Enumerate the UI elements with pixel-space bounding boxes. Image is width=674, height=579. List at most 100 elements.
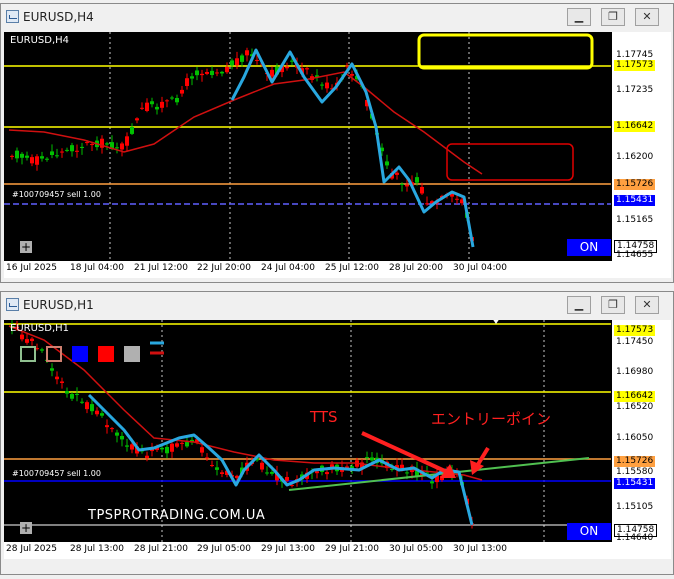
- candle-body: [170, 97, 174, 99]
- bottom-window-title: EURUSD,H1: [23, 298, 94, 312]
- bottom-time-axis: 28 Jul 2025 28 Jul 13:00 28 Jul 21:00 29…: [4, 542, 671, 559]
- candle-body: [60, 381, 64, 383]
- candle-body: [175, 98, 179, 103]
- top-order-label: #100709457 sell 1.00: [12, 190, 101, 199]
- candle-body: [240, 55, 244, 62]
- candle-body: [50, 368, 54, 371]
- top-window-titlebar[interactable]: EURUSD,H4 ▁ ❐ ✕: [1, 4, 673, 31]
- candle-body: [10, 155, 14, 157]
- candle-body: [210, 465, 214, 467]
- time-label: 28 Jul 2025: [6, 544, 57, 554]
- candle-body: [215, 72, 219, 74]
- candle-body: [60, 151, 64, 153]
- candle-body: [430, 481, 434, 484]
- candle-body: [325, 82, 329, 89]
- candle-body: [35, 156, 39, 165]
- candle-body: [70, 394, 74, 399]
- candle-body: [365, 457, 369, 459]
- candle-body: [160, 101, 164, 108]
- candle-body: [175, 443, 179, 447]
- bottom-order-label: #100709457 sell 1.00: [12, 469, 101, 478]
- candle-body: [230, 60, 234, 66]
- bottom-window-titlebar[interactable]: EURUSD,H1 ▁ ❐ ✕: [1, 292, 673, 319]
- minimize-button[interactable]: ▁: [567, 296, 591, 314]
- candle-body: [425, 203, 429, 205]
- candle-body: [400, 183, 404, 185]
- candle-body: [285, 477, 289, 481]
- top-symbol-label: EURUSD,H4: [10, 35, 70, 46]
- top-price-chart[interactable]: EURUSD,H4 #100709457 sell 1.00 + ON: [4, 32, 611, 261]
- candle-body: [265, 472, 269, 474]
- candle-body: [65, 149, 69, 151]
- candle-body: [130, 444, 134, 450]
- top-on-button[interactable]: ON: [567, 239, 611, 256]
- time-label: 25 Jul 12:00: [325, 263, 379, 273]
- top-chart-window: EURUSD,H4 ▁ ❐ ✕ EURUSD,H4 #100709457 sel…: [0, 3, 674, 283]
- candle-body: [225, 67, 229, 73]
- color-swatch-blue[interactable]: [72, 346, 88, 362]
- price-tick: 1.16050: [616, 433, 654, 443]
- candle-body: [85, 402, 89, 410]
- candle-body: [385, 161, 389, 166]
- minimize-button[interactable]: ▁: [567, 8, 591, 26]
- candle-body: [315, 471, 319, 474]
- bottom-price-chart[interactable]: EURUSD,H1 #100709457 sell 1.00 TTS エントリー…: [4, 320, 611, 542]
- candle-body: [455, 198, 459, 200]
- candle-body: [165, 100, 169, 102]
- price-tick: 1.16200: [616, 152, 654, 162]
- color-swatch-red[interactable]: [98, 346, 114, 362]
- color-swatch-salmon[interactable]: [46, 346, 62, 362]
- candle-body: [115, 147, 119, 149]
- bottom-on-button[interactable]: ON: [567, 523, 611, 540]
- top-add-button[interactable]: +: [20, 241, 32, 253]
- time-label: 30 Jul 04:00: [453, 263, 507, 273]
- bottom-symbol-label: EURUSD,H1: [10, 323, 70, 334]
- price-tick: 1.16520: [616, 402, 654, 412]
- candle-body: [80, 401, 84, 403]
- candle-body: [210, 70, 214, 76]
- candle-body: [120, 143, 124, 150]
- candle-body: [220, 472, 224, 474]
- candle-body: [30, 338, 34, 342]
- candle-body: [25, 339, 29, 343]
- arrow-entry: [475, 446, 490, 468]
- candle-body: [155, 106, 159, 110]
- price-tag-yellow: 1.17573: [614, 325, 656, 336]
- top-price-axis: 1.17745 1.17573 1.17235 1.16642 1.16200 …: [611, 32, 671, 261]
- candle-body: [185, 442, 189, 447]
- price-tick: 1.14655: [616, 250, 654, 260]
- candle-body: [65, 390, 69, 394]
- candle-body: [260, 462, 264, 470]
- candle-body: [205, 457, 209, 459]
- restore-button[interactable]: ❐: [601, 8, 625, 26]
- candle-body: [30, 157, 34, 164]
- candle-body: [55, 155, 59, 157]
- time-label: 18 Jul 04:00: [70, 263, 124, 273]
- candle-body: [105, 425, 109, 428]
- time-label: 28 Jul 21:00: [134, 544, 188, 554]
- candle-body: [325, 472, 329, 475]
- candle-body: [135, 118, 139, 121]
- close-button[interactable]: ✕: [635, 8, 659, 26]
- color-swatch-green[interactable]: [20, 346, 36, 362]
- candle-body: [105, 143, 109, 145]
- price-tick: 1.15580: [616, 467, 654, 477]
- restore-button[interactable]: ❐: [601, 296, 625, 314]
- candle-body: [90, 404, 94, 412]
- watermark: TPSPROTRADING.COM.UA: [88, 508, 266, 523]
- top-chart-canvas: [4, 32, 611, 261]
- candle-body: [235, 58, 239, 66]
- candle-body: [40, 156, 44, 159]
- close-button[interactable]: ✕: [635, 296, 659, 314]
- bottom-add-button[interactable]: +: [20, 522, 32, 534]
- price-tick: 1.16980: [616, 367, 654, 377]
- color-swatch-gray[interactable]: [124, 346, 140, 362]
- price-tag-orange: 1.15726: [614, 179, 656, 190]
- candle-body: [305, 68, 309, 70]
- candle-body: [115, 432, 119, 436]
- candle-body: [20, 153, 24, 158]
- price-tag-blue: 1.15431: [614, 195, 656, 206]
- candle-body: [15, 150, 19, 159]
- time-label: 16 Jul 2025: [6, 263, 57, 273]
- candle-body: [90, 144, 94, 146]
